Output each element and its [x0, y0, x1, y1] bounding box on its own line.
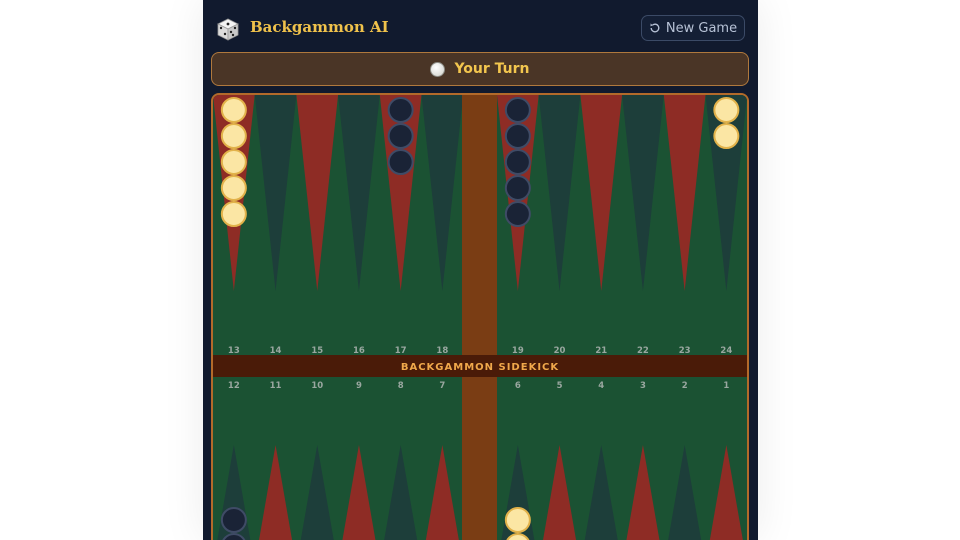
refresh-icon [650, 23, 660, 33]
point-number-6: 6 [515, 381, 521, 391]
turn-checker-icon [430, 61, 446, 77]
point-number-14: 14 [270, 346, 282, 356]
point-number-1: 1 [723, 381, 729, 391]
black-checker-point-19[interactable] [504, 149, 531, 175]
point-number-13: 13 [228, 346, 240, 356]
turn-label: Your Turn [454, 61, 530, 77]
point-number-15: 15 [311, 346, 323, 356]
point-number-4: 4 [598, 381, 604, 391]
center-label: BACKGAMMON SIDEKICK [401, 362, 560, 373]
board-canvas: BACKGAMMON SIDEKICK13 14 15 16 17 18 19 20 21 22 2… [213, 95, 747, 540]
point-number-5: 5 [557, 381, 563, 391]
black-checker-point-12[interactable] [220, 507, 247, 533]
white-checker-point-24[interactable] [713, 97, 740, 123]
white-checker-point-6[interactable] [504, 507, 531, 533]
point-number-16: 16 [353, 346, 365, 356]
point-number-22: 22 [637, 346, 649, 356]
new-game-button[interactable]: New Game [641, 15, 745, 41]
dice-icon [217, 18, 239, 41]
point-number-24: 24 [720, 346, 732, 356]
app-window: Backgammon AI New Game Your Turn BACKGAM… [203, 0, 758, 540]
white-checker-point-13[interactable] [220, 175, 247, 201]
point-number-21: 21 [595, 346, 607, 356]
black-checker-point-19[interactable] [504, 201, 531, 227]
point-number-9: 9 [356, 381, 362, 391]
black-checker-point-19[interactable] [504, 175, 531, 201]
point-number-17: 17 [395, 346, 407, 356]
center-bar[interactable] [462, 95, 497, 540]
point-number-2: 2 [682, 381, 688, 391]
point-number-19: 19 [512, 346, 524, 356]
point-number-18: 18 [436, 346, 448, 356]
white-checker-point-24[interactable] [713, 123, 740, 149]
black-checker-point-19[interactable] [504, 123, 531, 149]
white-checker-point-13[interactable] [220, 201, 247, 227]
new-game-label: New Game [665, 20, 738, 36]
black-checker-point-19[interactable] [504, 97, 531, 123]
game-board: BACKGAMMON SIDEKICK 13 14 15 16 17 18 19 20 21 22 2… [211, 93, 749, 540]
header: Backgammon AI New Game [203, 0, 758, 52]
point-number-10: 10 [311, 381, 323, 391]
turn-indicator: Your Turn [211, 52, 749, 86]
point-number-23: 23 [679, 346, 691, 356]
black-checker-point-17[interactable] [387, 97, 414, 123]
black-checker-point-17[interactable] [387, 149, 414, 175]
app-title: Backgammon AI [250, 18, 389, 36]
black-checker-point-17[interactable] [387, 123, 414, 149]
white-checker-point-13[interactable] [220, 123, 247, 149]
white-checker-point-13[interactable] [220, 97, 247, 123]
point-number-3: 3 [640, 381, 646, 391]
point-number-8: 8 [398, 381, 404, 391]
white-checker-point-13[interactable] [220, 149, 247, 175]
point-number-12: 12 [228, 381, 240, 391]
point-number-20: 20 [554, 346, 566, 356]
point-number-11: 11 [270, 381, 282, 391]
point-number-7: 7 [439, 381, 445, 391]
